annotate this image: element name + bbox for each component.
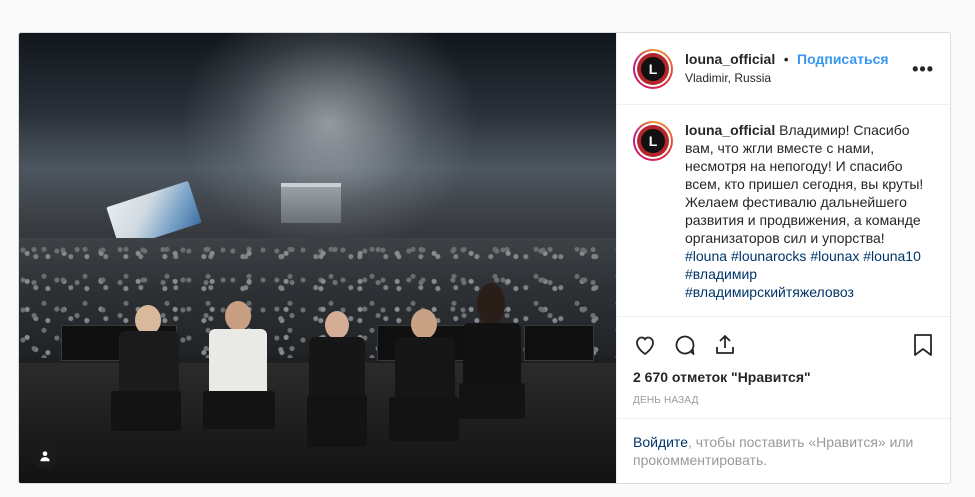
hashtag-link[interactable]: #louna	[685, 248, 727, 264]
hashtag-link[interactable]: #lounax	[810, 248, 859, 264]
login-prompt: Войдите, чтобы поставить «Нравится» или …	[617, 418, 950, 483]
hashtag-link[interactable]: #владимир	[685, 266, 757, 282]
separator-dot: •	[783, 51, 789, 67]
follow-button[interactable]: Подписаться	[797, 51, 889, 67]
post-header: L louna_official • Подписаться Vladimir,…	[617, 33, 950, 105]
post-time[interactable]: ДЕНЬ НАЗАД	[633, 395, 934, 406]
instagram-post: L louna_official • Подписаться Vladimir,…	[18, 32, 951, 484]
hashtag-link[interactable]: #lounarocks	[731, 248, 807, 264]
monitor-speaker	[524, 325, 594, 361]
comments-area: L louna_official Владимир! Спасибо вам, …	[617, 105, 950, 316]
share-icon[interactable]	[713, 333, 737, 357]
caption: louna_official Владимир! Спасибо вам, чт…	[685, 121, 934, 316]
hashtag-link[interactable]: #louna10	[863, 248, 921, 264]
bookmark-icon[interactable]	[912, 333, 934, 357]
caption-username[interactable]: louna_official	[685, 122, 775, 138]
username-link[interactable]: louna_official	[685, 51, 775, 67]
comment-icon[interactable]	[673, 333, 697, 357]
avatar-letter: L	[641, 129, 665, 153]
avatar-letter: L	[641, 56, 665, 81]
hashtags-line: #louna #lounarocks #lounax #louna10	[685, 247, 934, 265]
post-actions: 2 670 отметок "Нравится" ДЕНЬ НАЗАД	[617, 316, 950, 406]
post-photo[interactable]	[19, 33, 616, 483]
caption-text: Владимир! Спасибо вам, что жгли вместе с…	[685, 122, 924, 246]
login-link[interactable]: Войдите	[633, 434, 688, 450]
more-options-icon[interactable]: •••	[912, 59, 934, 80]
heart-icon[interactable]	[633, 333, 657, 357]
hashtag-link[interactable]: #владимирскийтяжеловоз	[685, 284, 854, 300]
likes-count[interactable]: 2 670 отметок "Нравится"	[633, 369, 934, 385]
caption-avatar[interactable]: L	[633, 121, 673, 161]
avatar[interactable]: L	[633, 48, 673, 89]
post-side-panel: L louna_official • Подписаться Vladimir,…	[616, 33, 950, 483]
user-tag-icon[interactable]	[32, 443, 58, 469]
location-link[interactable]: Vladimir, Russia	[685, 69, 889, 87]
caret-icon: ◂	[685, 309, 934, 316]
tent	[281, 183, 341, 223]
